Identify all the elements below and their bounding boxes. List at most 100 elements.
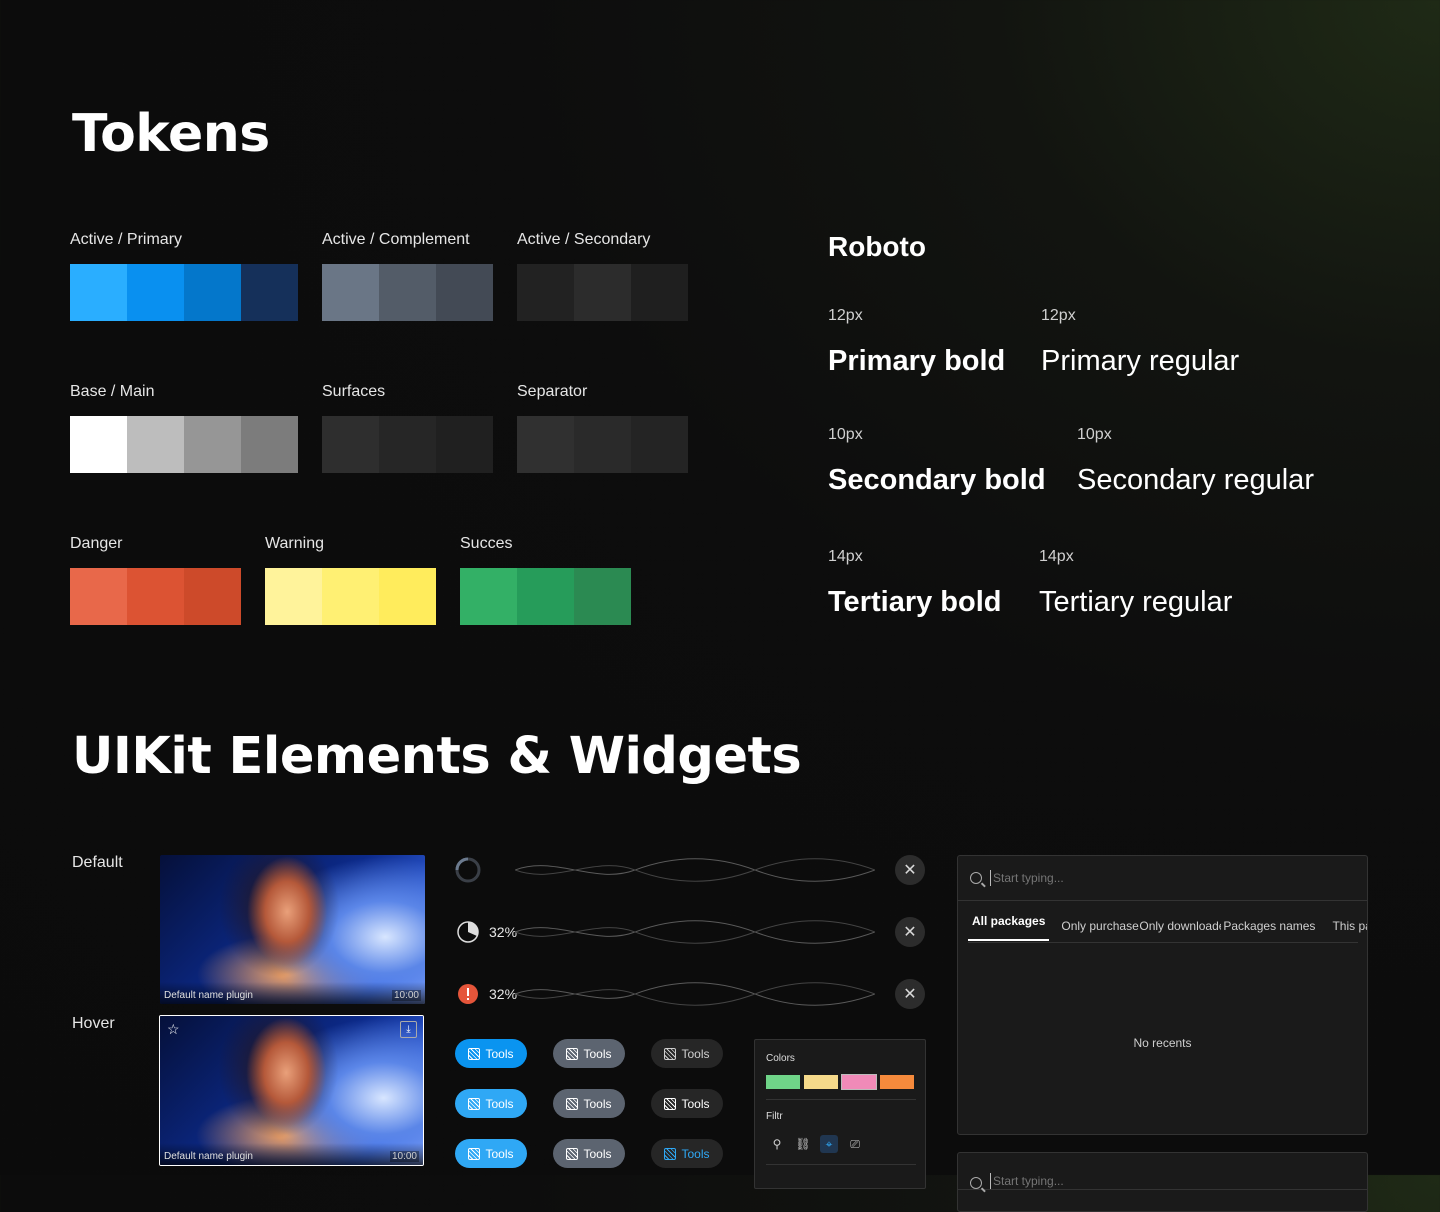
divider bbox=[766, 1099, 916, 1100]
divider bbox=[968, 942, 1358, 943]
swatch-row-separator bbox=[517, 416, 688, 473]
swatch bbox=[322, 568, 379, 625]
typo-size: 12px bbox=[1041, 307, 1076, 324]
tools-button-primary-hover[interactable]: Tools bbox=[455, 1089, 527, 1118]
tokens-title: Tokens bbox=[72, 104, 270, 164]
group-label-danger: Danger bbox=[70, 535, 123, 552]
tools-button-complement-hover[interactable]: Tools bbox=[553, 1089, 625, 1118]
swatch bbox=[184, 568, 241, 625]
swatch bbox=[631, 264, 688, 321]
swatch-row-active-primary bbox=[70, 264, 298, 321]
plugin-card-hover[interactable]: ☆ ⤓ Default name plugin 10:00 bbox=[159, 1015, 424, 1166]
pin-icon[interactable]: ⚲ bbox=[768, 1135, 786, 1153]
tools-button-secondary-hover[interactable]: Tools bbox=[651, 1089, 723, 1118]
typo-size: 12px bbox=[828, 307, 863, 324]
tools-button-secondary[interactable]: Tools bbox=[651, 1039, 723, 1068]
swatch bbox=[241, 416, 298, 473]
progress-percent: 32% bbox=[489, 924, 518, 940]
plugin-card-default[interactable]: Default name plugin 10:00 bbox=[160, 855, 425, 1004]
search-input[interactable] bbox=[990, 1173, 1295, 1189]
filter-label: Filtr bbox=[766, 1111, 783, 1122]
swatch bbox=[379, 568, 436, 625]
swatch-row-success bbox=[460, 568, 631, 625]
state-label-default: Default bbox=[72, 854, 123, 871]
close-button[interactable]: ✕ bbox=[895, 855, 925, 885]
star-icon[interactable]: ☆ bbox=[167, 1021, 180, 1038]
tab-packages-names[interactable]: Packages names bbox=[1223, 912, 1315, 941]
plugin-time: 10:00 bbox=[389, 1151, 419, 1162]
typo-size: 10px bbox=[1077, 426, 1112, 443]
swatch bbox=[574, 416, 631, 473]
colors-label: Colors bbox=[766, 1053, 795, 1064]
download-icon[interactable]: ⤓ bbox=[400, 1021, 417, 1038]
color-filter-row bbox=[766, 1074, 918, 1090]
tools-button-complement-active[interactable]: Tools bbox=[553, 1139, 625, 1168]
swatch bbox=[70, 264, 127, 321]
swatch-row-warning bbox=[265, 568, 436, 625]
tools-icon bbox=[566, 1097, 579, 1110]
waveform bbox=[515, 920, 875, 944]
tools-icon bbox=[664, 1097, 677, 1110]
group-label-success: Succes bbox=[460, 535, 513, 552]
group-label-separator: Separator bbox=[517, 383, 588, 400]
typo-size: 14px bbox=[828, 548, 863, 565]
search-bar bbox=[958, 856, 1367, 901]
color-filter-swatch[interactable] bbox=[841, 1074, 877, 1090]
tools-icon bbox=[566, 1147, 579, 1160]
typo-primary-regular: Primary regular bbox=[1041, 345, 1240, 377]
typo-size: 10px bbox=[828, 426, 863, 443]
search-input[interactable] bbox=[990, 870, 1295, 886]
swatch bbox=[379, 264, 436, 321]
group-label-surfaces: Surfaces bbox=[322, 383, 386, 400]
typo-secondary-regular: Secondary regular bbox=[1077, 464, 1314, 496]
search-icon bbox=[970, 1177, 982, 1189]
tools-button-complement[interactable]: Tools bbox=[553, 1039, 625, 1068]
target-icon[interactable]: ⌖ bbox=[820, 1135, 838, 1153]
swatch bbox=[517, 264, 574, 321]
font-name: Roboto bbox=[828, 231, 926, 262]
swatch bbox=[127, 264, 184, 321]
waveform bbox=[515, 858, 875, 882]
color-filter-swatch[interactable] bbox=[766, 1075, 800, 1089]
progress-pie-icon bbox=[457, 921, 479, 943]
progress-percent: 32% bbox=[489, 986, 518, 1002]
tab-only-downloaded[interactable]: Only downloaded bbox=[1139, 912, 1221, 941]
empty-state-text: No recents bbox=[1133, 1036, 1192, 1050]
tab-this-package[interactable]: This pac bbox=[1332, 912, 1367, 941]
swatch bbox=[517, 416, 574, 473]
tools-icon bbox=[468, 1047, 481, 1060]
swatch-row-base-main bbox=[70, 416, 298, 473]
typo-primary-bold: Primary bold bbox=[828, 345, 1006, 377]
tab-all-packages[interactable]: All packages bbox=[968, 912, 1050, 941]
swatch bbox=[184, 264, 241, 321]
tools-button-primary-active[interactable]: Tools bbox=[455, 1139, 527, 1168]
typo-tertiary-bold: Tertiary bold bbox=[828, 586, 1002, 618]
swatch bbox=[184, 416, 241, 473]
camera-icon[interactable]: ⎚ bbox=[846, 1135, 864, 1153]
swatch bbox=[574, 568, 631, 625]
tools-button-primary[interactable]: Tools bbox=[455, 1039, 527, 1068]
swatch bbox=[241, 264, 298, 321]
swatch-row-active-secondary bbox=[517, 264, 688, 321]
typo-secondary-bold: Secondary bold bbox=[828, 464, 1046, 496]
tools-button-secondary-active[interactable]: Tools bbox=[651, 1139, 723, 1168]
package-tabs: All packages Only purchased Only downloa… bbox=[968, 912, 1367, 941]
search-panel-2 bbox=[957, 1152, 1368, 1212]
waveform bbox=[515, 982, 875, 1006]
swatch bbox=[460, 568, 517, 625]
plugin-name: Default name plugin bbox=[164, 990, 253, 1001]
close-button[interactable]: ✕ bbox=[895, 917, 925, 947]
close-button[interactable]: ✕ bbox=[895, 979, 925, 1009]
swatch bbox=[436, 264, 493, 321]
swatch-row-surfaces bbox=[322, 416, 493, 473]
swatch bbox=[127, 568, 184, 625]
group-label-base-main: Base / Main bbox=[70, 383, 155, 400]
tab-only-purchased[interactable]: Only purchased bbox=[1061, 912, 1139, 941]
swatch-row-danger bbox=[70, 568, 241, 625]
uikit-title: UIKit Elements & Widgets bbox=[72, 727, 802, 786]
color-filter-swatch[interactable] bbox=[880, 1075, 914, 1089]
link-icon[interactable]: ⛓ bbox=[794, 1135, 812, 1153]
color-filter-swatch[interactable] bbox=[804, 1075, 838, 1089]
typo-size: 14px bbox=[1039, 548, 1074, 565]
group-label-active-complement: Active / Complement bbox=[322, 231, 470, 248]
